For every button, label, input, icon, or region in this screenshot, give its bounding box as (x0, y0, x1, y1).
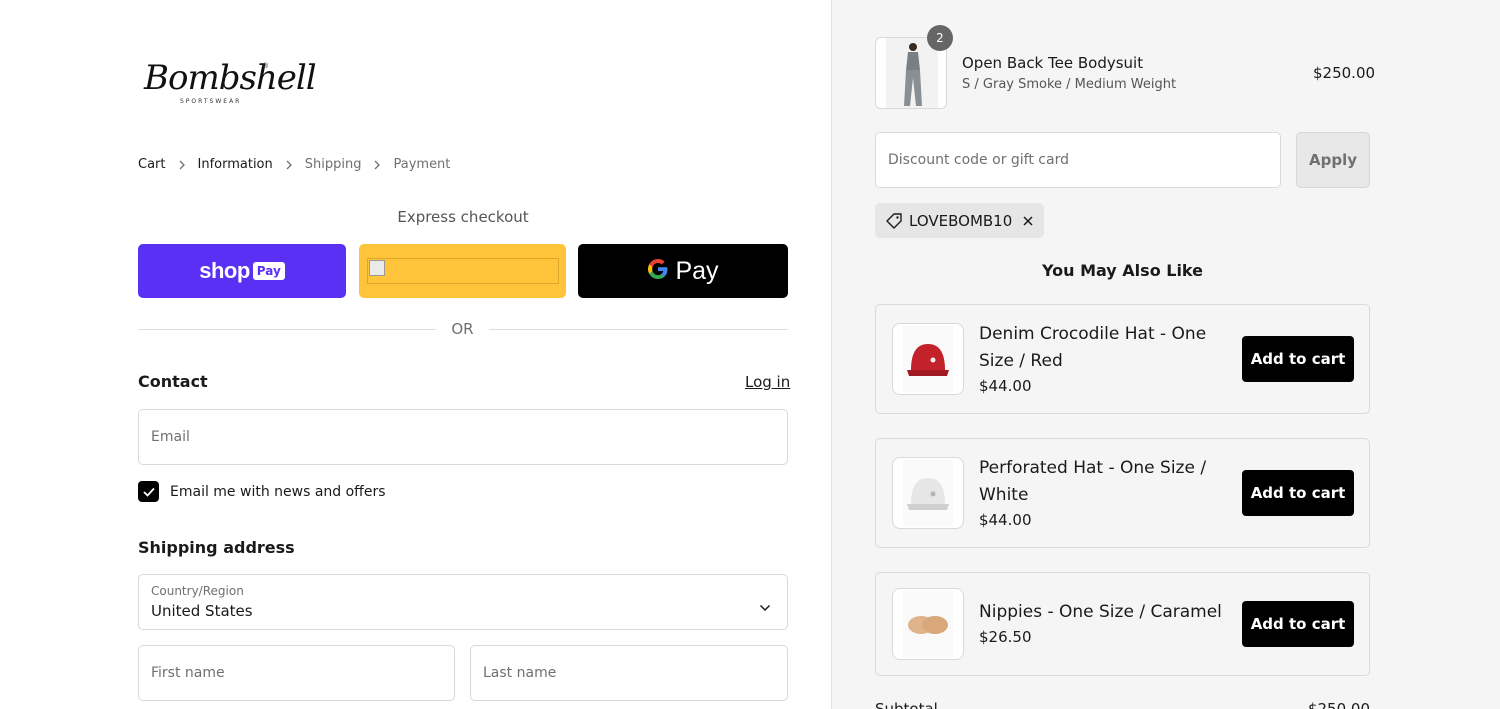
quantity-badge: 2 (927, 25, 953, 51)
add-to-cart-button[interactable]: Add to cart (1242, 601, 1354, 647)
country-label: Country/Region (151, 584, 244, 598)
chevron-right-icon (373, 160, 381, 170)
checkmark-icon (142, 487, 155, 497)
logo-script-text: Bombshell (144, 58, 317, 98)
google-g-icon (647, 258, 669, 284)
discount-field-wrapper (875, 132, 1281, 188)
breadcrumb-information: Information (197, 157, 273, 172)
brand-logo[interactable]: Bombshell ® SPORTSWEAR (142, 58, 317, 112)
subtotal-value: $250.00 (1307, 700, 1370, 709)
breadcrumb-shipping: Shipping (304, 157, 362, 172)
order-summary-panel: 2 Open Back Tee Bodysuit S / Gray Smoke … (831, 0, 1500, 709)
recommendation-name: Perforated Hat - One Size / White (979, 458, 1207, 505)
or-label: OR (451, 320, 474, 338)
email-input[interactable] (139, 410, 787, 464)
recommendation-card: Perforated Hat - One Size / White $44.00… (875, 438, 1370, 548)
recommendation-card: Denim Crocodile Hat - One Size / Red $44… (875, 304, 1370, 414)
paypal-button[interactable] (359, 244, 566, 298)
or-divider: OR (138, 318, 788, 340)
logo-subtitle: SPORTSWEAR (180, 98, 242, 105)
recommendation-price: $26.50 (979, 628, 1032, 646)
country-value: United States (151, 602, 253, 620)
email-field-wrapper (138, 409, 788, 465)
first-name-field-wrapper (138, 645, 455, 701)
tag-icon (885, 212, 903, 230)
newsletter-label: Email me with news and offers (170, 483, 386, 500)
product-variant: S / Gray Smoke / Medium Weight (962, 77, 1177, 92)
express-checkout-title: Express checkout (397, 208, 529, 226)
add-to-cart-button[interactable]: Add to cart (1242, 336, 1354, 382)
shipping-address-title: Shipping address (138, 538, 295, 557)
broken-image-frame (367, 258, 559, 284)
applied-discount-code: LOVEBOMB10 (909, 211, 1013, 230)
first-name-input[interactable] (139, 646, 454, 700)
recommendation-price: $44.00 (979, 511, 1032, 529)
last-name-input[interactable] (471, 646, 787, 700)
google-pay-label: Pay (675, 256, 719, 285)
login-link[interactable]: Log in (745, 373, 790, 391)
remove-discount-icon[interactable] (1022, 215, 1034, 227)
contact-title: Contact (138, 372, 208, 391)
subtotal-label: Subtotal (875, 700, 938, 709)
shop-pay-button[interactable]: shop Pay (138, 244, 346, 298)
newsletter-option[interactable]: Email me with news and offers (138, 481, 386, 502)
recommendation-image (892, 457, 964, 529)
breadcrumb-cart[interactable]: Cart (138, 157, 166, 172)
chevron-down-icon (759, 597, 771, 616)
recommendation-price: $44.00 (979, 377, 1032, 395)
add-to-cart-button[interactable]: Add to cart (1242, 470, 1354, 516)
checkout-form-panel: Bombshell ® SPORTSWEAR Cart Information … (0, 0, 831, 709)
applied-discount-tag: LOVEBOMB10 (875, 203, 1045, 238)
last-name-field-wrapper (470, 645, 788, 701)
shop-pay-wordmark: shop (199, 258, 250, 283)
breadcrumb-payment: Payment (393, 157, 451, 172)
product-name: Open Back Tee Bodysuit (962, 54, 1144, 72)
newsletter-checkbox[interactable] (138, 481, 159, 502)
discount-code-input[interactable] (876, 133, 1280, 187)
product-price: $250.00 (1313, 64, 1376, 82)
recommendation-image (892, 588, 964, 660)
recommendation-image (892, 323, 964, 395)
recommendation-name: Denim Crocodile Hat - One Size / Red (979, 324, 1207, 371)
recommendations-title: You May Also Like (1042, 261, 1203, 280)
google-pay-button[interactable]: Pay (578, 244, 788, 298)
chevron-right-icon (178, 160, 186, 170)
apply-discount-button[interactable]: Apply (1296, 132, 1370, 188)
recommendation-card: Nippies - One Size / Caramel $26.50 Add … (875, 572, 1370, 676)
broken-image-icon (369, 260, 385, 276)
breadcrumb: Cart Information Shipping Payment (138, 157, 450, 172)
country-select[interactable]: Country/Region United States (138, 574, 788, 630)
chevron-right-icon (285, 160, 293, 170)
shop-pay-badge: Pay (252, 262, 285, 280)
recommendation-name: Nippies - One Size / Caramel (979, 602, 1222, 622)
